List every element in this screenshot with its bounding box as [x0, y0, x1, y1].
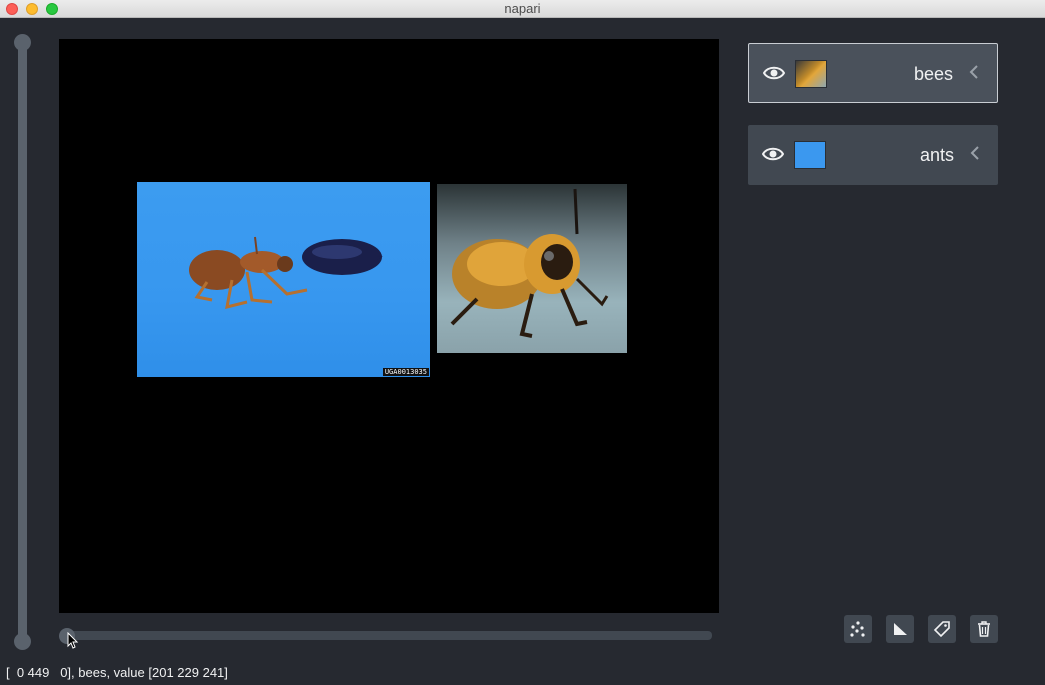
- window-title: napari: [504, 1, 541, 16]
- layer-item-bees[interactable]: bees: [748, 43, 998, 103]
- layer-name[interactable]: bees: [914, 64, 953, 85]
- status-bar-text: [ 0 449 0], bees, value [201 229 241]: [6, 665, 228, 680]
- ants-image: UGA0013035: [137, 182, 430, 377]
- chevron-left-icon[interactable]: [969, 64, 979, 80]
- visibility-eye-icon[interactable]: [762, 146, 784, 162]
- viewer-canvas[interactable]: UGA0013035: [59, 39, 719, 613]
- new-labels-layer-button[interactable]: [928, 615, 956, 643]
- bees-thumbnail: [795, 60, 827, 88]
- label-tag-icon: [933, 621, 950, 638]
- visibility-eye-icon[interactable]: [763, 65, 785, 81]
- new-shapes-layer-button[interactable]: [886, 615, 914, 643]
- mouse-cursor-icon: [67, 632, 79, 649]
- points-icon: [850, 621, 865, 637]
- bees-image: [437, 184, 627, 353]
- bee-figure: [450, 188, 609, 338]
- title-bar: napari: [0, 0, 1045, 18]
- image-label: UGA0013035: [382, 368, 429, 376]
- layer-name[interactable]: ants: [920, 145, 954, 166]
- chevron-left-icon[interactable]: [970, 145, 980, 161]
- horizontal-slider-track[interactable]: [61, 631, 712, 640]
- new-points-layer-button[interactable]: [844, 615, 872, 643]
- ants-thumbnail: [794, 141, 826, 169]
- trash-icon: [978, 621, 990, 637]
- delete-layer-button[interactable]: [970, 615, 998, 643]
- vertical-slider-track[interactable]: [18, 40, 27, 642]
- layer-item-ants[interactable]: ants: [748, 125, 998, 185]
- vertical-slider-top-handle[interactable]: [14, 34, 31, 51]
- ant-figure: [189, 236, 383, 310]
- vertical-slider-bottom-handle[interactable]: [14, 633, 31, 650]
- shapes-icon: [894, 623, 907, 635]
